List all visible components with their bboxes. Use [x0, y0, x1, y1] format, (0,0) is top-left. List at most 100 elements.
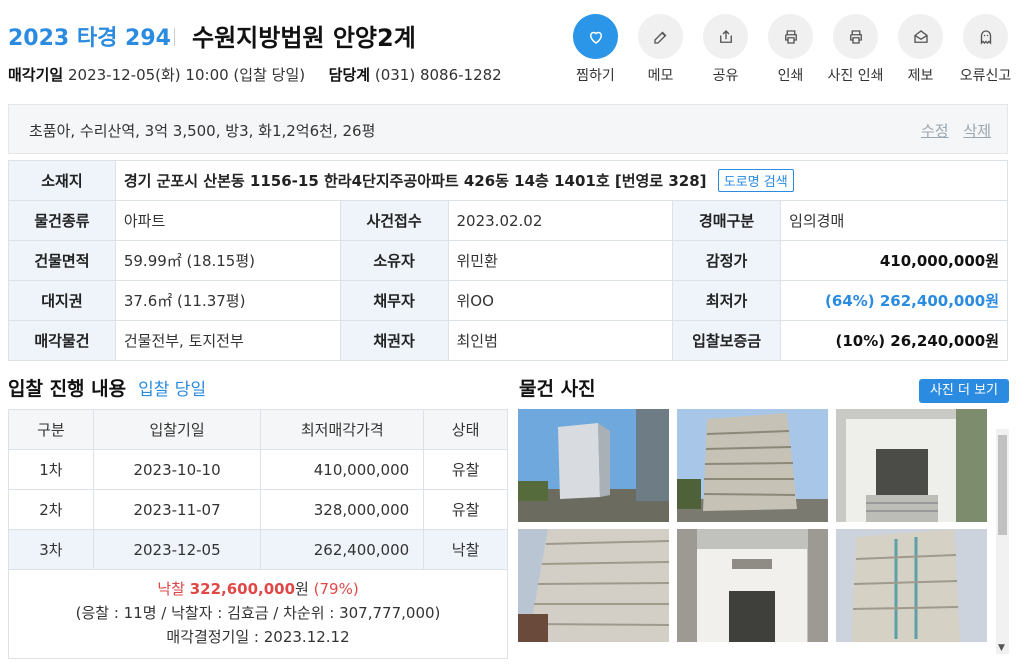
- sale-item-label: 매각물건: [8, 320, 116, 361]
- bid-round: 1차: [8, 449, 94, 490]
- auction-type-label: 경매구분: [672, 200, 782, 241]
- sale-item-value: 건물전부, 토지전부: [114, 320, 341, 361]
- bid-history-table: 구분 입찰기일 최저매각가격 상태 1차 2023-10-10 410,000,…: [8, 409, 508, 570]
- bid-date: 2023-12-05: [92, 529, 262, 570]
- bid-status: 유찰: [423, 449, 508, 490]
- photo-print-label: 사진 인쇄: [827, 68, 884, 84]
- summary-delete-link[interactable]: 삭제: [963, 122, 991, 140]
- winning-bid-line: 낙찰 322,600,000원 (79%): [9, 577, 507, 601]
- bid-col-round: 구분: [8, 409, 94, 450]
- scrollbar-thumb[interactable]: [998, 435, 1007, 535]
- share-button[interactable]: 공유: [693, 14, 758, 85]
- action-bar: 찜하기 메모 공유 인쇄 사진 인쇄 제보 오류신고: [563, 14, 1018, 85]
- bid-col-price: 최저매각가격: [260, 409, 425, 450]
- type-value: 아파트: [114, 200, 341, 241]
- sale-info-line: 매각기일 2023-12-05(화) 10:00 (입찰 당일) 담당계 (03…: [8, 64, 502, 85]
- summary-edit-link[interactable]: 수정: [921, 122, 949, 140]
- case-number: 2023 타경 294: [8, 26, 171, 51]
- creditor-value: 최인범: [447, 320, 674, 361]
- min-price-label: 최저가: [672, 280, 782, 321]
- info-row: 건물면적 59.99㎡ (18.15평) 소유자 위민환 감정가 410,000…: [8, 240, 1008, 281]
- land-label: 대지권: [8, 280, 116, 321]
- debtor-value: 위OO: [447, 280, 674, 321]
- memo-label: 메모: [647, 68, 674, 84]
- favorite-label: 찜하기: [576, 68, 615, 84]
- bid-title-text: 입찰 진행 내용: [8, 378, 127, 400]
- bid-round: 3차: [8, 529, 94, 570]
- dept-label: 담당계: [328, 66, 371, 84]
- more-photos-button[interactable]: 사진 더 보기: [919, 379, 1009, 403]
- photo-thumbnail[interactable]: [677, 409, 828, 522]
- received-value: 2023.02.02: [447, 200, 674, 241]
- winning-word: 낙찰: [157, 580, 185, 598]
- property-info-table: 소재지 경기 군포시 산본동 1156-15 한라4단지주공아파트 426동 1…: [8, 160, 1009, 361]
- report-button[interactable]: 제보: [888, 14, 953, 85]
- deposit-label: 입찰보증금: [672, 320, 782, 361]
- summary-text: 초품아, 수리산역, 3억 3,500, 방3, 화1,2억6천, 26평: [29, 122, 376, 140]
- auction-type-value: 임의경매: [780, 200, 1008, 241]
- location-value: 경기 군포시 산본동 1156-15 한라4단지주공아파트 426동 14층 1…: [123, 172, 707, 190]
- bid-col-date: 입찰기일: [92, 409, 262, 450]
- appraisal-value: 410,000,000원: [780, 240, 1008, 281]
- print-button[interactable]: 인쇄: [758, 14, 823, 85]
- sale-date: 2023-12-05(화) 10:00 (입찰 당일): [67, 66, 306, 84]
- scroll-down-icon[interactable]: ▼: [998, 643, 1005, 653]
- bid-price: 262,400,000: [260, 529, 425, 570]
- photo-print-button[interactable]: 사진 인쇄: [823, 14, 888, 85]
- owner-value: 위민환: [447, 240, 674, 281]
- area-value: 59.99㎡ (18.15평): [114, 240, 341, 281]
- bid-header-row: 구분 입찰기일 최저매각가격 상태: [8, 409, 508, 450]
- report-label: 제보: [907, 68, 934, 84]
- appraisal-label: 감정가: [672, 240, 782, 281]
- share-label: 공유: [712, 68, 739, 84]
- photo-section-title: 물건 사진: [519, 378, 596, 400]
- case-header: 2023 타경 294 수원지방법원 안양2계 매각기일 2023-12-05(…: [8, 14, 1018, 88]
- bid-history-title: 입찰 진행 내용 입찰 당일: [8, 374, 206, 401]
- photo-thumbnail[interactable]: [677, 529, 828, 642]
- table-row: 2차 2023-11-07 328,000,000 유찰: [8, 489, 508, 530]
- bid-date: 2023-10-10: [92, 449, 262, 490]
- table-row: 3차 2023-12-05 262,400,000 낙찰: [8, 529, 508, 570]
- photo-thumbnail[interactable]: [518, 409, 669, 522]
- winning-price: 322,600,000: [189, 580, 296, 598]
- sale-date-label: 매각기일: [8, 66, 64, 84]
- photo-thumbnail[interactable]: [836, 529, 987, 642]
- court-name: 수원지방법원 안양2계: [192, 24, 416, 52]
- bid-col-status: 상태: [423, 409, 508, 450]
- bid-date: 2023-11-07: [92, 489, 262, 530]
- bid-result: 낙찰 322,600,000원 (79%) (응찰 : 11명 / 낙찰자 : …: [8, 569, 508, 659]
- heart-icon: [573, 14, 618, 59]
- area-label: 건물면적: [8, 240, 116, 281]
- info-row-location: 소재지 경기 군포시 산본동 1156-15 한라4단지주공아파트 426동 1…: [8, 160, 1009, 201]
- owner-label: 소유자: [339, 240, 449, 281]
- road-search-button[interactable]: 도로명 검색: [717, 169, 794, 192]
- info-row: 매각물건 건물전부, 토지전부 채권자 최인범 입찰보증금 (10%) 26,2…: [8, 320, 1008, 361]
- type-label: 물건종류: [8, 200, 116, 241]
- deposit-value: (10%) 26,240,000원: [780, 320, 1008, 361]
- location-cell: 경기 군포시 산본동 1156-15 한라4단지주공아파트 426동 14층 1…: [114, 160, 1009, 201]
- memo-button[interactable]: 메모: [628, 14, 693, 85]
- print-icon: [768, 14, 813, 59]
- min-price-value: (64%) 262,400,000원: [780, 280, 1008, 321]
- title-divider: [174, 28, 175, 46]
- mail-icon: [898, 14, 943, 59]
- error-report-button[interactable]: 오류신고: [953, 14, 1018, 85]
- error-report-label: 오류신고: [959, 68, 1012, 84]
- memo-summary: 초품아, 수리산역, 3억 3,500, 방3, 화1,2억6천, 26평 수정…: [8, 104, 1008, 154]
- creditor-label: 채권자: [339, 320, 449, 361]
- bid-status: 유찰: [423, 489, 508, 530]
- land-value: 37.6㎡ (11.37평): [114, 280, 341, 321]
- info-row: 대지권 37.6㎡ (11.37평) 채무자 위OO 최저가 (64%) 262…: [8, 280, 1008, 321]
- location-label: 소재지: [8, 160, 116, 201]
- info-row: 물건종류 아파트 사건접수 2023.02.02 경매구분 임의경매: [8, 200, 1008, 241]
- gallery-scrollbar[interactable]: ▼: [996, 429, 1009, 654]
- bid-detail: (응찰 : 11명 / 낙찰자 : 김효금 / 차순위 : 307,777,00…: [75, 604, 441, 622]
- debtor-label: 채무자: [339, 280, 449, 321]
- photo-thumbnail[interactable]: [518, 529, 669, 642]
- photo-thumbnail[interactable]: [836, 409, 987, 522]
- favorite-button[interactable]: 찜하기: [563, 14, 628, 85]
- photo-gallery: ▼: [517, 409, 1009, 654]
- print-label: 인쇄: [777, 68, 804, 84]
- edit-icon: [638, 14, 683, 59]
- share-icon: [703, 14, 748, 59]
